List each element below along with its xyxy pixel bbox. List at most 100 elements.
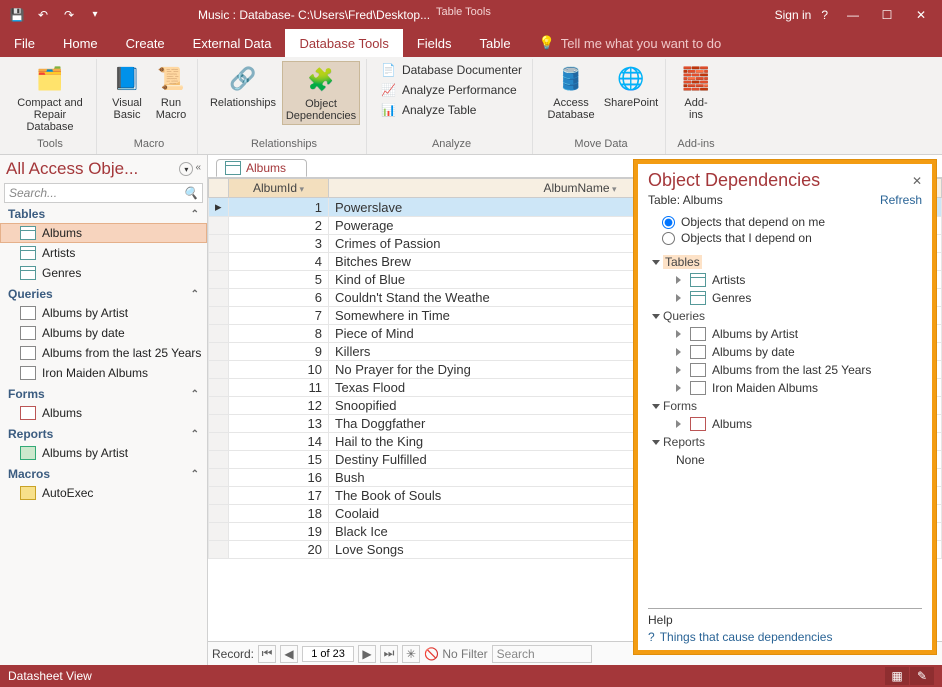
row-selector[interactable]: [209, 523, 229, 541]
tree-cat[interactable]: Reports: [648, 433, 922, 451]
tab-external-data[interactable]: External Data: [179, 29, 286, 57]
tree-leaf[interactable]: Albums by date: [648, 343, 922, 361]
navitem-tables-2[interactable]: Genres: [0, 263, 207, 283]
cell-albumid[interactable]: 10: [229, 361, 329, 379]
navitem-queries-0[interactable]: Albums by Artist: [0, 303, 207, 323]
navpane-search-input[interactable]: Search...🔍: [4, 183, 203, 203]
row-selector[interactable]: [209, 325, 229, 343]
navitem-tables-0[interactable]: Albums: [0, 223, 207, 243]
addins-button[interactable]: 🧱Add-ins: [676, 61, 716, 123]
navitem-queries-2[interactable]: Albums from the last 25 Years: [0, 343, 207, 363]
tab-fields[interactable]: Fields: [403, 29, 466, 57]
tree-leaf[interactable]: Genres: [648, 289, 922, 307]
row-selector[interactable]: [209, 397, 229, 415]
cell-albumid[interactable]: 12: [229, 397, 329, 415]
relationships-button[interactable]: 🔗Relationships: [208, 61, 278, 111]
navpane-collapse-icon[interactable]: «: [195, 162, 201, 176]
radio-i-depend-on[interactable]: Objects that I depend on: [662, 231, 922, 245]
navitem-macros-0[interactable]: AutoExec: [0, 483, 207, 503]
view-datasheet-icon[interactable]: ▦: [885, 667, 909, 685]
row-selector[interactable]: [209, 289, 229, 307]
nav-next-button[interactable]: ▶: [358, 645, 376, 663]
row-selector[interactable]: [209, 541, 229, 559]
minimize-button[interactable]: —: [836, 1, 870, 29]
column-header-albumid[interactable]: AlbumId: [229, 179, 329, 198]
cell-albumid[interactable]: 17: [229, 487, 329, 505]
navitem-reports-0[interactable]: Albums by Artist: [0, 443, 207, 463]
navitem-forms-0[interactable]: Albums: [0, 403, 207, 423]
tree-cat[interactable]: Queries: [648, 307, 922, 325]
cell-albumid[interactable]: 3: [229, 235, 329, 253]
record-position-input[interactable]: [302, 646, 354, 662]
row-selector[interactable]: [209, 361, 229, 379]
row-selector-header[interactable]: [209, 179, 229, 198]
row-selector[interactable]: [209, 343, 229, 361]
tab-table[interactable]: Table: [466, 29, 525, 57]
tree-leaf[interactable]: Artists: [648, 271, 922, 289]
row-selector[interactable]: [209, 235, 229, 253]
cell-albumid[interactable]: 20: [229, 541, 329, 559]
cell-albumid[interactable]: 6: [229, 289, 329, 307]
row-selector[interactable]: [209, 487, 229, 505]
tree-cat[interactable]: Tables: [648, 253, 922, 271]
row-selector[interactable]: ▸: [209, 198, 229, 217]
cell-albumid[interactable]: 18: [229, 505, 329, 523]
help-link[interactable]: ?Things that cause dependencies: [648, 630, 922, 644]
row-selector[interactable]: [209, 505, 229, 523]
maximize-button[interactable]: ☐: [870, 1, 904, 29]
tree-leaf[interactable]: Albums from the last 25 Years: [648, 361, 922, 379]
navgroup-header-forms[interactable]: Forms⌃: [0, 385, 207, 403]
cell-albumid[interactable]: 19: [229, 523, 329, 541]
tell-me-search[interactable]: 💡Tell me what you want to do: [539, 29, 722, 57]
navpane-title[interactable]: All Access Obje...: [6, 159, 138, 179]
navgroup-header-queries[interactable]: Queries⌃: [0, 285, 207, 303]
radio-depend-on-me[interactable]: Objects that depend on me: [662, 215, 922, 229]
tab-database-tools[interactable]: Database Tools: [285, 29, 402, 57]
object-dependencies-button[interactable]: 🧩Object Dependencies: [282, 61, 360, 125]
navitem-tables-1[interactable]: Artists: [0, 243, 207, 263]
navgroup-header-tables[interactable]: Tables⌃: [0, 205, 207, 223]
navgroup-header-reports[interactable]: Reports⌃: [0, 425, 207, 443]
help-icon[interactable]: ?: [821, 8, 828, 22]
row-selector[interactable]: [209, 451, 229, 469]
undo-icon[interactable]: ↶: [30, 2, 56, 28]
refresh-link[interactable]: Refresh: [880, 193, 922, 207]
cell-albumid[interactable]: 1: [229, 198, 329, 217]
datasheet-search-input[interactable]: Search: [492, 645, 592, 663]
row-selector[interactable]: [209, 217, 229, 235]
row-selector[interactable]: [209, 379, 229, 397]
cell-albumid[interactable]: 7: [229, 307, 329, 325]
view-design-icon[interactable]: ✎: [910, 667, 934, 685]
cell-albumid[interactable]: 11: [229, 379, 329, 397]
sharepoint-button[interactable]: 🌐SharePoint: [603, 61, 659, 111]
nav-first-button[interactable]: ⏮: [258, 645, 276, 663]
nav-last-button[interactable]: ⏭: [380, 645, 398, 663]
tree-leaf[interactable]: Albums by Artist: [648, 325, 922, 343]
row-selector[interactable]: [209, 433, 229, 451]
cell-albumid[interactable]: 14: [229, 433, 329, 451]
visual-basic-button[interactable]: 📘Visual Basic: [107, 61, 147, 123]
close-button[interactable]: ✕: [904, 1, 938, 29]
save-icon[interactable]: 💾: [4, 2, 30, 28]
cell-albumid[interactable]: 5: [229, 271, 329, 289]
navgroup-header-macros[interactable]: Macros⌃: [0, 465, 207, 483]
row-selector[interactable]: [209, 307, 229, 325]
navpane-dropdown-icon[interactable]: ▾: [179, 162, 193, 176]
compact-repair-button[interactable]: 🗂️Compact and Repair Database: [10, 61, 90, 135]
row-selector[interactable]: [209, 469, 229, 487]
tab-home[interactable]: Home: [49, 29, 112, 57]
tree-cat[interactable]: Forms: [648, 397, 922, 415]
cell-albumid[interactable]: 15: [229, 451, 329, 469]
cell-albumid[interactable]: 9: [229, 343, 329, 361]
cell-albumid[interactable]: 16: [229, 469, 329, 487]
row-selector[interactable]: [209, 415, 229, 433]
nav-prev-button[interactable]: ◀: [280, 645, 298, 663]
cell-albumid[interactable]: 8: [229, 325, 329, 343]
analyze-table-button[interactable]: 📊Analyze Table: [377, 101, 526, 119]
database-documenter-button[interactable]: 📄Database Documenter: [377, 61, 526, 79]
panel-close-icon[interactable]: ✕: [912, 174, 922, 188]
analyze-performance-button[interactable]: 📈Analyze Performance: [377, 81, 526, 99]
redo-icon[interactable]: ↷: [56, 2, 82, 28]
tab-file[interactable]: File: [0, 29, 49, 57]
row-selector[interactable]: [209, 253, 229, 271]
